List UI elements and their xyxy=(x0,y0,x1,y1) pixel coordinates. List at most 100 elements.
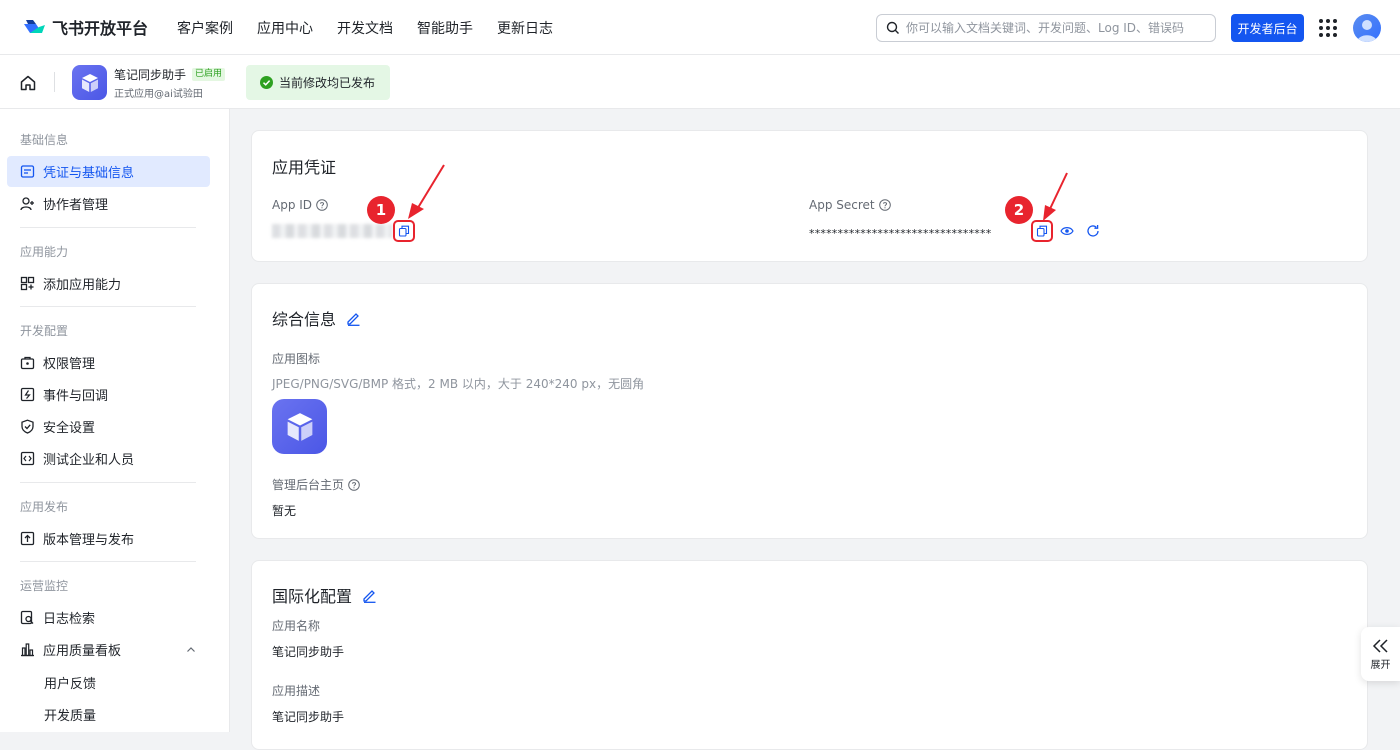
nav-link-app-center[interactable]: 应用中心 xyxy=(257,18,313,38)
sidebar-item-collaborators[interactable]: 协作者管理 xyxy=(7,188,210,219)
nav-link-changelog[interactable]: 更新日志 xyxy=(497,18,553,38)
sidebar-group-dev-config: 开发配置 xyxy=(20,324,69,338)
sidebar-item-label: 用户反馈 xyxy=(44,677,97,692)
app-id-label: App ID xyxy=(272,198,328,212)
user-add-icon xyxy=(20,197,34,211)
sidebar-item-quality-dashboard[interactable]: 应用质量看板 xyxy=(7,634,210,665)
home-icon[interactable] xyxy=(19,74,37,92)
annotation-arrow-1 xyxy=(408,164,445,219)
feishu-logo-icon xyxy=(24,20,45,33)
app-name-label: 应用名称 xyxy=(272,619,321,633)
sidebar-item-label: 应用质量看板 xyxy=(43,644,122,659)
sidebar-item-log-search[interactable]: 日志检索 xyxy=(7,602,210,633)
copy-icon xyxy=(1036,225,1048,237)
event-icon xyxy=(20,387,35,402)
search-box xyxy=(876,14,1216,42)
help-icon[interactable] xyxy=(878,199,891,211)
nav-link-cases[interactable]: 客户案例 xyxy=(177,18,233,38)
user-avatar[interactable] xyxy=(1353,14,1381,42)
annotation-arrow-2 xyxy=(1043,172,1068,221)
nav-link-assistant[interactable]: 智能助手 xyxy=(417,18,473,38)
app-icon-preview[interactable] xyxy=(272,399,327,454)
refresh-icon[interactable] xyxy=(1086,224,1100,238)
app-secret-value: ******************************** xyxy=(809,227,992,240)
search-icon xyxy=(886,21,899,34)
eye-icon[interactable] xyxy=(1060,225,1074,237)
sidebar-item-label: 版本管理与发布 xyxy=(43,533,135,548)
sidebar-item-credentials[interactable]: 凭证与基础信息 xyxy=(7,156,210,187)
annotation-badge-1: 1 xyxy=(367,196,395,224)
check-circle-icon xyxy=(260,76,273,89)
main-nav: 客户案例 应用中心 开发文档 智能助手 更新日志 xyxy=(177,18,553,38)
upload-icon xyxy=(20,531,35,546)
app-grid-icon[interactable] xyxy=(1319,19,1337,37)
status-badge: 已启用 xyxy=(192,68,226,81)
shield-icon xyxy=(21,419,34,434)
chevron-up-icon[interactable] xyxy=(186,645,196,655)
sidebar-item-permissions[interactable]: 权限管理 xyxy=(7,347,210,378)
annotation-badge-2: 2 xyxy=(1005,196,1033,224)
lock-icon xyxy=(20,356,35,370)
card-title-text: 国际化配置 xyxy=(272,587,353,606)
app-desc-label: 应用描述 xyxy=(272,684,321,698)
app-icon-hint: JPEG/PNG/SVG/BMP 格式，2 MB 以内，大于 240*240 p… xyxy=(272,377,645,391)
publish-status-text: 当前修改均已发布 xyxy=(279,76,376,90)
divider xyxy=(20,561,196,562)
app-name-text: 笔记同步助手 xyxy=(114,68,187,82)
copy-app-id-button[interactable] xyxy=(393,220,415,242)
top-navigation-bar: 飞书开放平台 客户案例 应用中心 开发文档 智能助手 更新日志 开发者后台 xyxy=(0,0,1400,55)
divider xyxy=(20,482,196,483)
edit-icon[interactable] xyxy=(346,311,361,326)
sidebar-item-security[interactable]: 安全设置 xyxy=(7,411,210,442)
admin-home-value: 暂无 xyxy=(272,504,297,518)
sidebar-item-label: 测试企业和人员 xyxy=(43,453,135,468)
sidebar-item-add-capability[interactable]: 添加应用能力 xyxy=(7,268,210,299)
developer-console-button[interactable]: 开发者后台 xyxy=(1231,14,1304,42)
sidebar-item-label: 凭证与基础信息 xyxy=(43,166,135,181)
sidebar-item-test-tenants[interactable]: 测试企业和人员 xyxy=(7,443,210,474)
app-icon xyxy=(72,65,107,100)
sidebar-item-label: 添加应用能力 xyxy=(43,278,122,293)
card-icon xyxy=(20,165,35,178)
divider xyxy=(20,306,196,307)
code-icon xyxy=(20,451,35,466)
publish-status-banner: 当前修改均已发布 xyxy=(246,65,390,100)
sidebar-item-versions[interactable]: 版本管理与发布 xyxy=(7,523,210,554)
expand-panel-button[interactable]: 展开 xyxy=(1361,627,1400,681)
help-icon[interactable] xyxy=(316,199,328,211)
app-secret-label: App Secret xyxy=(809,198,891,212)
brand-logo[interactable]: 飞书开放平台 xyxy=(22,15,148,39)
app-secret-label-text: App Secret xyxy=(809,198,875,212)
sidebar-item-label: 开发质量 xyxy=(44,709,97,724)
apps-add-icon xyxy=(20,276,35,291)
sidebar-group-release: 应用发布 xyxy=(20,500,69,514)
app-desc-value: 笔记同步助手 xyxy=(272,710,345,724)
log-search-icon xyxy=(20,610,34,625)
app-name: 笔记同步助手 已启用 xyxy=(114,66,226,83)
sidebar-group-monitoring: 运营监控 xyxy=(20,579,69,593)
general-info-title: 综合信息 xyxy=(272,306,361,330)
search-input[interactable] xyxy=(906,21,1206,35)
divider xyxy=(20,227,196,228)
sidebar-item-user-feedback[interactable]: 用户反馈 xyxy=(7,667,210,698)
card-title-text: 应用凭证 xyxy=(272,158,337,177)
sidebar-item-events[interactable]: 事件与回调 xyxy=(7,379,210,410)
app-icon-label: 应用图标 xyxy=(272,352,321,366)
help-icon[interactable] xyxy=(348,478,360,491)
bar-chart-icon xyxy=(21,643,34,657)
credentials-title: 应用凭证 xyxy=(272,154,336,178)
edit-icon[interactable] xyxy=(362,588,377,603)
sidebar-item-label: 事件与回调 xyxy=(43,389,109,404)
i18n-title: 国际化配置 xyxy=(272,583,377,607)
app-name-value: 笔记同步助手 xyxy=(272,645,345,659)
double-chevron-left-icon xyxy=(1372,638,1388,653)
brand-name: 飞书开放平台 xyxy=(52,19,149,38)
sidebar-item-dev-quality[interactable]: 开发质量 xyxy=(7,699,210,730)
admin-home-label-text: 管理后台主页 xyxy=(272,478,345,492)
expand-label: 展开 xyxy=(1370,659,1391,671)
copy-icon xyxy=(398,225,410,237)
nav-link-docs[interactable]: 开发文档 xyxy=(337,18,393,38)
copy-app-secret-button[interactable] xyxy=(1031,220,1053,242)
sidebar-group-capabilities: 应用能力 xyxy=(20,245,69,259)
sidebar: 基础信息 凭证与基础信息 协作者管理 应用能力 添加应用能力 开发配置 权限管理… xyxy=(0,109,230,732)
